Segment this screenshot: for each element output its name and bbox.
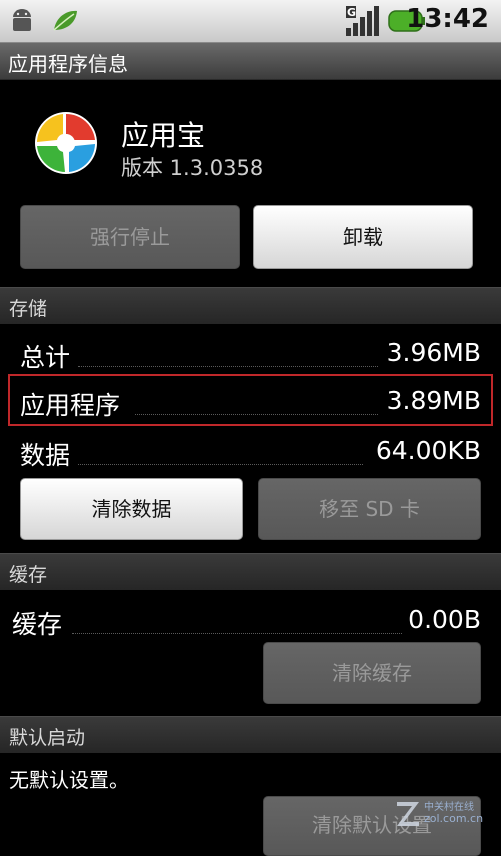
no-default-text: 无默认设置。: [9, 768, 129, 792]
launch-default-section-header: 默认启动: [0, 716, 501, 753]
storage-app-label: 应用程序: [20, 391, 121, 420]
cache-section-header: 缓存: [0, 553, 501, 590]
row-divider: [78, 366, 378, 367]
cache-label: 缓存: [12, 610, 63, 639]
storage-data-value: 64.00KB: [375, 436, 481, 465]
uninstall-button[interactable]: 卸载: [253, 205, 473, 269]
row-divider: [72, 633, 402, 634]
network-type-label: G: [347, 6, 356, 19]
force-stop-button[interactable]: 强行停止: [20, 205, 240, 269]
clear-data-button[interactable]: 清除数据: [20, 478, 243, 540]
storage-header-label: 存储: [9, 298, 48, 320]
storage-app-value: 3.89MB: [386, 386, 481, 415]
watermark-site: zol.com.cn: [424, 812, 484, 825]
clock: 13:42: [406, 4, 489, 34]
storage-section-header: 存储: [0, 287, 501, 324]
move-to-sd-button[interactable]: 移至 SD 卡: [258, 478, 481, 540]
storage-data-label: 数据: [20, 441, 71, 470]
status-bar: G 13:42: [0, 0, 501, 43]
page-title: 应用程序信息: [8, 52, 128, 76]
app-logo-icon: [35, 112, 97, 174]
watermark-cn: 中关村在线: [424, 802, 474, 813]
launch-default-header-label: 默认启动: [9, 727, 86, 749]
clear-cache-button[interactable]: 清除缓存: [263, 642, 481, 704]
android-icon: [13, 9, 31, 31]
signal-icon: G: [346, 6, 379, 36]
row-divider: [135, 414, 378, 415]
zol-logo-icon: [397, 802, 419, 826]
row-divider: [78, 464, 363, 465]
leaf-icon: [53, 10, 77, 31]
zol-watermark: 中关村在线 zol.com.cn: [394, 796, 498, 832]
title-bar: 应用程序信息: [0, 43, 501, 80]
cache-value: 0.00B: [408, 605, 481, 634]
cache-header-label: 缓存: [9, 564, 48, 586]
storage-total-label: 总计: [20, 343, 71, 372]
app-name: 应用宝: [121, 119, 206, 152]
app-version: 版本 1.3.0358: [121, 156, 264, 180]
storage-total-value: 3.96MB: [386, 338, 481, 367]
